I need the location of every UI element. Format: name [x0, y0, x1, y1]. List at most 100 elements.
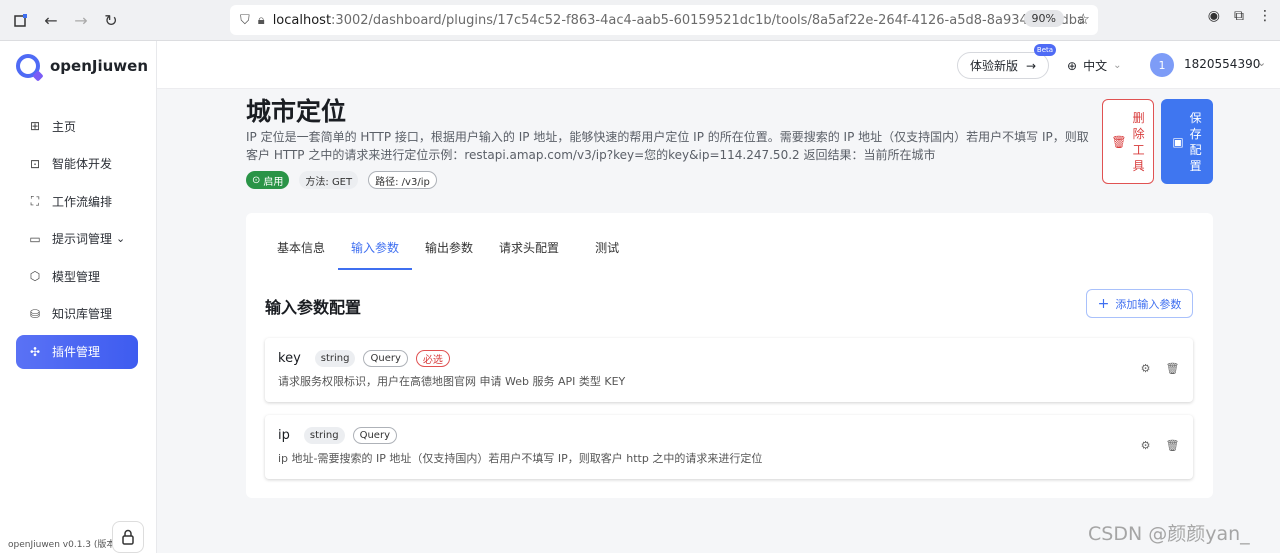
- arrow-right-icon: →: [1026, 58, 1037, 73]
- account-icon[interactable]: ◉: [1208, 8, 1220, 24]
- add-label: 添加输入参数: [1115, 297, 1182, 311]
- avatar[interactable]: 1: [1150, 53, 1174, 77]
- add-input-param-button[interactable]: + 添加输入参数: [1086, 289, 1193, 318]
- trash-icon: 🗑︎: [1111, 134, 1127, 149]
- address-bar[interactable]: ⛉ 🔒︎ localhost:3002/dashboard/plugins/17…: [230, 5, 1098, 35]
- tab-test[interactable]: 测试: [582, 239, 632, 270]
- lock-button[interactable]: [112, 521, 144, 553]
- param-location-tag: Query: [363, 350, 408, 367]
- method-badge: 方法: GET: [299, 171, 359, 189]
- app-logo[interactable]: openJiuwen: [16, 54, 148, 78]
- chevron-down-icon: ⌄: [1113, 60, 1122, 71]
- sidebar-item-label: 智能体开发: [52, 157, 113, 172]
- chevron-down-icon: ⌄: [116, 232, 126, 246]
- save-char: 配: [1189, 142, 1202, 157]
- settings-icon[interactable]: ⚙: [1139, 439, 1152, 452]
- workflow-icon: ⛶: [30, 193, 40, 208]
- grid-icon: ⊞: [29, 119, 41, 133]
- save-char: 保: [1189, 110, 1202, 125]
- tab-output-params[interactable]: 输出参数: [412, 239, 486, 270]
- language-label: 中文: [1083, 59, 1108, 73]
- url-path: :3002/dashboard/plugins/17c54c52-f863-4a…: [331, 12, 1085, 28]
- watermark: CSDN @颜颜yan_: [1088, 523, 1250, 545]
- language-selector[interactable]: ⊕ 中文 ⌄: [1067, 57, 1121, 74]
- params-card: 基本信息 输入参数 输出参数 请求头配置 测试 输入参数配置 + 添加输入参数 …: [246, 213, 1213, 498]
- chevron-down-icon[interactable]: ⌄: [1257, 56, 1266, 69]
- shield-icon: ⛉: [240, 12, 250, 28]
- sidebar-item-label: 模型管理: [52, 269, 101, 284]
- sidebar-item-agent-dev[interactable]: ⊡ 智能体开发: [16, 147, 138, 181]
- settings-icon[interactable]: ⚙: [1139, 362, 1152, 375]
- globe-icon: ⊕: [1067, 58, 1078, 73]
- database-icon: ⛁: [29, 306, 41, 321]
- lock-icon: 🔒︎: [257, 12, 265, 28]
- path-badge: 路径: /v3/ip: [368, 171, 437, 189]
- sidebar-item-label: 提示词管理: [52, 232, 113, 247]
- sidebar-item-label: 工作流编排: [52, 194, 113, 209]
- param-card: key string Query 必选 请求服务权限标识，用户在高德地图官网 申…: [265, 338, 1193, 402]
- reload-icon[interactable]: ↻: [96, 5, 126, 35]
- param-description: ip 地址-需要搜索的 IP 地址（仅支持国内）若用户不填写 IP，则取客户 h…: [278, 452, 763, 465]
- save-config-button[interactable]: ▣ 保 存 配 置: [1161, 99, 1213, 184]
- delete-char: 删: [1132, 110, 1145, 125]
- browser-toolbar: ← → ↻ ⛉ 🔒︎ localhost:3002/dashboard/plug…: [0, 0, 1280, 41]
- save-label: 保 存 配 置: [1190, 110, 1202, 174]
- tab-icon[interactable]: [6, 5, 36, 35]
- zoom-badge[interactable]: 90%: [1023, 10, 1064, 27]
- sidebar-item-plugins[interactable]: ✣ 插件管理: [16, 334, 138, 369]
- back-icon[interactable]: ←: [36, 5, 66, 35]
- delete-label: 删 除 工 具: [1133, 110, 1145, 174]
- status-badge: ⊙ 启用: [246, 171, 290, 189]
- menu-icon[interactable]: ⋮: [1258, 8, 1272, 24]
- sidebar-item-label: 主页: [52, 119, 77, 134]
- try-new-version-button[interactable]: 体验新版 → Beta: [957, 44, 1057, 79]
- robot-icon: ⊡: [29, 156, 41, 171]
- chat-icon: ▭: [29, 231, 41, 246]
- sidebar: openJiuwen ⊞ 主页 ⊡ 智能体开发 ⛶ 工作流编排 ▭ 提示词管理 …: [0, 41, 157, 553]
- trash-icon[interactable]: 🗑︎: [1166, 362, 1180, 375]
- star-icon[interactable]: ☆: [1077, 10, 1090, 28]
- param-location-tag: Query: [352, 427, 397, 444]
- logo-icon: [16, 54, 40, 78]
- sidebar-item-label: 知识库管理: [52, 307, 113, 322]
- trash-icon[interactable]: 🗑︎: [1166, 439, 1180, 452]
- url-host: localhost: [272, 12, 332, 28]
- tab-basic-info[interactable]: 基本信息: [264, 239, 338, 270]
- param-name: key: [278, 351, 301, 366]
- model-icon: ⬡: [29, 269, 41, 284]
- forward-icon[interactable]: →: [66, 5, 96, 35]
- sidebar-item-workflow[interactable]: ⛶ 工作流编排: [16, 184, 138, 218]
- param-name: ip: [278, 428, 290, 443]
- plus-icon: +: [1097, 295, 1110, 312]
- extensions-icon[interactable]: ⧉: [1234, 8, 1244, 24]
- save-char: 存: [1189, 126, 1202, 141]
- section-title: 输入参数配置: [265, 298, 362, 317]
- tool-description: IP 定位是一套简单的 HTTP 接口，根据用户输入的 IP 地址，能够快速的帮…: [246, 130, 1089, 162]
- version-text: openJiuwen v0.1.3 (版本: [8, 540, 116, 550]
- username[interactable]: 1820554390: [1184, 57, 1260, 71]
- param-type-tag: string: [314, 350, 356, 367]
- param-type-tag: string: [303, 427, 345, 444]
- puzzle-icon: ✣: [29, 344, 41, 359]
- sidebar-item-knowledge[interactable]: ⛁ 知识库管理: [16, 297, 138, 331]
- required-tag: 必选: [415, 350, 450, 367]
- tab-input-params[interactable]: 输入参数: [338, 239, 413, 270]
- page-title: 城市定位: [246, 97, 347, 126]
- delete-char: 工: [1132, 142, 1145, 157]
- sidebar-item-home[interactable]: ⊞ 主页: [16, 109, 138, 143]
- try-label: 体验新版: [970, 59, 1019, 73]
- delete-tool-button[interactable]: 🗑︎ 删 除 工 具: [1102, 99, 1154, 184]
- delete-char: 具: [1132, 158, 1145, 173]
- param-card: ip string Query ip 地址-需要搜索的 IP 地址（仅支持国内）…: [265, 415, 1193, 479]
- tab-bar: 基本信息 输入参数 输出参数 请求头配置 测试: [264, 239, 632, 270]
- tab-request-headers[interactable]: 请求头配置: [486, 239, 572, 270]
- sidebar-item-prompts[interactable]: ▭ 提示词管理 ⌄: [16, 222, 138, 256]
- delete-char: 除: [1132, 126, 1145, 141]
- param-description: 请求服务权限标识，用户在高德地图官网 申请 Web 服务 API 类型 KEY: [278, 375, 626, 388]
- sidebar-item-label: 插件管理: [52, 345, 101, 360]
- save-icon: ▣: [1172, 134, 1184, 149]
- sidebar-item-models[interactable]: ⬡ 模型管理: [16, 259, 138, 293]
- top-header: 体验新版 → Beta ⊕ 中文 ⌄ 1 1820554390 ⌄: [157, 41, 1280, 89]
- sidebar-menu: ⊞ 主页 ⊡ 智能体开发 ⛶ 工作流编排 ▭ 提示词管理 ⌄ ⬡ 模型管理 ⛁ …: [16, 109, 138, 372]
- save-char: 置: [1189, 158, 1202, 173]
